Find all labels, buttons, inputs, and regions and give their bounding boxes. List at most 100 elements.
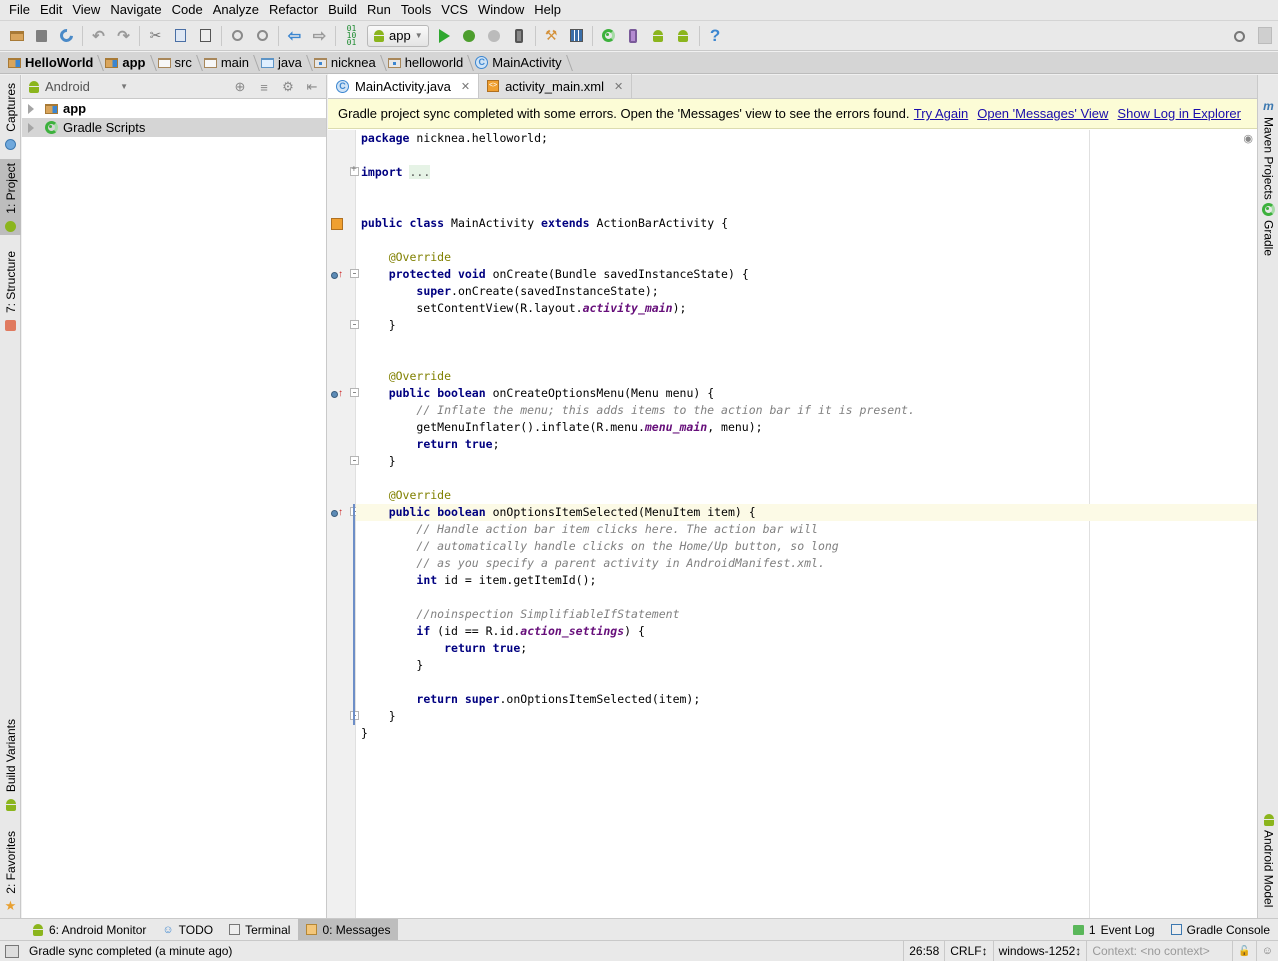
code-line[interactable]: if (id == R.id.action_settings) { xyxy=(361,623,645,640)
code-line[interactable]: @Override xyxy=(361,249,451,266)
breadcrumb-main[interactable]: main xyxy=(200,52,257,74)
expand-arrow-icon[interactable] xyxy=(28,122,34,133)
breadcrumb-java[interactable]: java xyxy=(257,52,310,74)
paste-button[interactable] xyxy=(193,24,218,48)
tool-tab-todo[interactable]: ☺ TODO xyxy=(154,919,221,941)
read-only-toggle[interactable]: 🔓 xyxy=(1232,940,1255,961)
related-layout-icon[interactable] xyxy=(331,218,343,230)
android-monitor-button[interactable] xyxy=(671,24,696,48)
code-line[interactable]: // as you specify a parent activity in A… xyxy=(361,555,825,572)
save-all-button[interactable] xyxy=(29,24,54,48)
tree-item-app[interactable]: app xyxy=(22,99,326,118)
menu-edit[interactable]: Edit xyxy=(35,0,67,20)
menu-run[interactable]: Run xyxy=(362,0,396,20)
code-line[interactable]: public boolean onOptionsItemSelected(Men… xyxy=(356,504,1257,521)
code-line[interactable]: // automatically handle clicks on the Ho… xyxy=(361,538,838,555)
code-line[interactable]: import ... xyxy=(361,164,431,181)
toggle-tool-windows-button[interactable] xyxy=(5,944,19,958)
encoding-select[interactable]: windows-1252↕ xyxy=(992,940,1087,961)
override-method-icon[interactable]: ↑ xyxy=(331,507,345,519)
back-button[interactable]: ⇦ xyxy=(282,24,307,48)
code-line[interactable]: // Inflate the menu; this adds items to … xyxy=(361,402,915,419)
tool-tab-structure[interactable]: 7: Structure xyxy=(0,247,21,337)
override-method-icon[interactable]: ↑ xyxy=(331,269,345,281)
open-messages-view-link[interactable]: Open 'Messages' View xyxy=(977,106,1108,121)
sync-gradle-button[interactable] xyxy=(596,24,621,48)
copy-button[interactable] xyxy=(168,24,193,48)
android-device-button[interactable] xyxy=(507,24,532,48)
undo-button[interactable]: ↶ xyxy=(86,24,111,48)
code-line[interactable]: protected void onCreate(Bundle savedInst… xyxy=(361,266,749,283)
code-line[interactable]: } xyxy=(361,317,396,334)
menu-view[interactable]: View xyxy=(67,0,105,20)
avd-manager-button[interactable] xyxy=(621,24,646,48)
breadcrumb-helloworld[interactable]: HelloWorld xyxy=(4,52,101,74)
tool-tab-android-model[interactable]: Android Model xyxy=(1258,811,1278,911)
menu-vcs[interactable]: VCS xyxy=(436,0,473,20)
code-line[interactable]: int id = item.getItemId(); xyxy=(361,572,596,589)
cut-button[interactable]: ✂ xyxy=(143,24,168,48)
breadcrumb-nicknea[interactable]: nicknea xyxy=(310,52,384,74)
caret-position[interactable]: 26:58 xyxy=(903,940,944,961)
try-again-link[interactable]: Try Again xyxy=(914,106,968,121)
replace-button[interactable] xyxy=(250,24,275,48)
attach-debugger-button[interactable] xyxy=(482,24,507,48)
breadcrumb-src[interactable]: src xyxy=(154,52,200,74)
tool-tab-maven-projects[interactable]: m Maven Projects xyxy=(1258,99,1278,200)
tool-tab-favorites[interactable]: 2: Favorites ★ xyxy=(0,827,21,913)
code-line[interactable]: } xyxy=(361,725,368,742)
show-log-in-explorer-link[interactable]: Show Log in Explorer xyxy=(1117,106,1241,121)
tool-tab-messages[interactable]: 0: Messages xyxy=(298,918,399,941)
project-structure-button[interactable]: ⚒ xyxy=(539,24,564,48)
code-line[interactable]: return true; xyxy=(361,640,527,657)
menu-help[interactable]: Help xyxy=(529,0,566,20)
vcs-change-marker[interactable] xyxy=(353,504,355,725)
code-line[interactable]: super.onCreate(savedInstanceState); xyxy=(361,283,658,300)
user-avatar[interactable] xyxy=(1258,27,1272,44)
redo-button[interactable]: ↷ xyxy=(111,24,136,48)
tab-mainactivity-java[interactable]: C MainActivity.java ✕ xyxy=(328,74,480,98)
close-tab-icon[interactable]: ✕ xyxy=(614,80,623,93)
tree-item-gradle-scripts[interactable]: Gradle Scripts xyxy=(22,118,326,137)
code-line[interactable]: } xyxy=(361,453,396,470)
breadcrumb-app[interactable]: app xyxy=(101,52,153,74)
scroll-from-source-button[interactable]: ⊕ xyxy=(230,78,250,96)
expand-arrow-icon[interactable] xyxy=(28,103,34,114)
open-button[interactable] xyxy=(4,24,29,48)
forward-button[interactable]: ⇨ xyxy=(307,24,332,48)
hide-panel-button[interactable]: ⇤ xyxy=(302,78,322,96)
tool-tab-android-monitor[interactable]: 6: Android Monitor xyxy=(24,919,154,941)
breadcrumb-helloworld-package[interactable]: helloworld xyxy=(384,52,472,74)
menu-analyze[interactable]: Analyze xyxy=(208,0,264,20)
code-line[interactable]: @Override xyxy=(361,368,451,385)
override-method-icon[interactable]: ↑ xyxy=(331,388,345,400)
code-line[interactable]: return true; xyxy=(361,436,499,453)
run-button[interactable] xyxy=(432,24,457,48)
search-everywhere-button[interactable] xyxy=(1228,25,1250,47)
tool-tab-gradle-console[interactable]: Gradle Console xyxy=(1163,919,1278,941)
debug-button[interactable] xyxy=(457,24,482,48)
code-editor[interactable]: ↑ ↑ ↑ package nicknea.helloworld; import ..… xyxy=(328,130,1257,918)
code-line[interactable]: } xyxy=(361,708,396,725)
code-text[interactable]: package nicknea.helloworld; import ... pub… xyxy=(356,130,1257,918)
code-line[interactable]: public boolean onCreateOptionsMenu(Menu … xyxy=(361,385,714,402)
run-configuration-select[interactable]: app ▼ xyxy=(367,24,429,47)
code-line[interactable]: package nicknea.helloworld; xyxy=(361,130,548,147)
tool-tab-project[interactable]: 1: Project xyxy=(0,159,21,235)
menu-build[interactable]: Build xyxy=(323,0,362,20)
help-button[interactable]: ? xyxy=(703,24,728,48)
tool-tab-gradle[interactable]: Gradle xyxy=(1258,201,1278,261)
breadcrumb-mainactivity[interactable]: C MainActivity xyxy=(471,52,569,74)
menu-tools[interactable]: Tools xyxy=(396,0,436,20)
tool-tab-captures[interactable]: Captures xyxy=(0,79,21,155)
menu-file[interactable]: File xyxy=(4,0,35,20)
menu-refactor[interactable]: Refactor xyxy=(264,0,323,20)
code-line[interactable]: getMenuInflater().inflate(R.menu.menu_ma… xyxy=(361,419,762,436)
menu-window[interactable]: Window xyxy=(473,0,529,20)
synchronize-button[interactable] xyxy=(54,24,79,48)
close-tab-icon[interactable]: ✕ xyxy=(461,80,470,93)
find-button[interactable] xyxy=(225,24,250,48)
code-line[interactable]: // Handle action bar item clicks here. T… xyxy=(361,521,818,538)
menu-code[interactable]: Code xyxy=(167,0,208,20)
tool-tab-terminal[interactable]: Terminal xyxy=(221,919,298,941)
